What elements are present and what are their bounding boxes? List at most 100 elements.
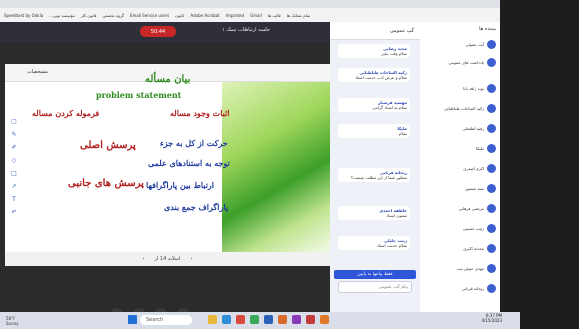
participant-item[interactable]: نوید زاهد بابا <box>424 80 496 96</box>
weather-widget[interactable]: 58°F Sunny <box>6 316 19 326</box>
participant-name: محدثه اکبری <box>463 245 484 251</box>
slide-right-item: حرکت از کل به جزء <box>160 138 228 148</box>
taskbar-clock[interactable]: 6:37 PM 4/15/2023 <box>462 313 502 327</box>
chat-message-text: سلام <box>398 131 407 136</box>
bookmark[interactable]: تمام نشانک ها <box>287 13 311 18</box>
taskbar-search-input[interactable]: Search <box>140 315 192 325</box>
chat-header: گپ عمومی <box>330 22 420 40</box>
pen-icon[interactable]: ✎ <box>11 131 16 138</box>
app-icon[interactable] <box>264 315 273 324</box>
windows-taskbar: 58°F Sunny <box>0 312 520 329</box>
participant-item[interactable]: ملیکا <box>424 140 496 156</box>
participant-item[interactable]: آیت عموئی <box>424 36 496 52</box>
highlighter-icon[interactable]: ✐ <box>11 144 16 151</box>
chat-message: ملیکا سلام <box>338 124 410 138</box>
avatar <box>487 123 496 133</box>
slide-navigation: ‹ اسلاید 14 از › <box>5 252 330 266</box>
app-icon[interactable] <box>278 315 287 324</box>
bookmark[interactable]: قالب ها <box>268 13 281 18</box>
slide-left-item: پرسش اصلی <box>80 140 136 151</box>
recording-indicator[interactable]: 50:44 <box>140 26 176 37</box>
participant-item[interactable]: یادداشت های عمومی <box>424 54 496 70</box>
participant-item[interactable]: محدثه اکبری <box>424 240 496 256</box>
chat-message-text: سلام وقت بخیر <box>381 51 407 56</box>
avatar <box>487 83 496 93</box>
avatar <box>487 203 496 213</box>
avatar <box>487 143 496 153</box>
participant-name: نوید زاهد بابا <box>463 85 484 91</box>
chat-message-text: منظور شما از این مطلب چیست؟ <box>350 175 407 180</box>
slide-right-item: ارتباط بین پاراگرافها <box>146 180 215 190</box>
annotation-toolbar: ▢ ✎ ✐ ◇ □ ↗ T ↶ <box>9 118 19 216</box>
bookmark[interactable]: Email Service users <box>130 13 169 18</box>
participant-item[interactable]: مهدی خوش نیت <box>424 260 496 276</box>
slide-left-item: فرموله کردن مساله <box>32 108 100 118</box>
shape-icon[interactable]: □ <box>11 170 17 177</box>
avatar <box>487 263 496 273</box>
participant-item[interactable]: سید منصور <box>424 180 496 196</box>
pointer-icon[interactable]: ▢ <box>11 118 17 125</box>
windows-start-icon[interactable] <box>128 315 137 324</box>
participant-item[interactable]: مرتضی فرهانی <box>424 200 496 216</box>
edge-icon[interactable] <box>222 315 231 324</box>
bookmark[interactable]: Speedtest by Ookla <box>4 13 43 18</box>
avatar <box>487 57 496 67</box>
screen: Speedtest by Ookla ...مؤسسه نوین قانون ک… <box>0 0 579 329</box>
slide-page-label[interactable]: اسلاید 14 از <box>155 256 181 262</box>
participant-item[interactable]: زینب حسینی <box>424 220 496 236</box>
weather-desc: Sunny <box>6 320 19 326</box>
meeting-title: جلسه ارتباطات تیمک ۱ <box>221 27 270 33</box>
clock-date: 4/15/2023 <box>481 318 502 323</box>
chat-message-input[interactable]: پیام گپ عمومی <box>338 281 412 293</box>
chat-message-text: سلام خدمت استاد <box>376 243 407 248</box>
participant-item[interactable]: ریحانه قربانی <box>424 280 496 296</box>
participant-name: یادداشت های عمومی <box>448 59 484 65</box>
eraser-icon[interactable]: ◇ <box>12 157 17 164</box>
undo-icon[interactable]: ↶ <box>11 209 16 216</box>
chat-message-text: سلام به استاد گرامی <box>372 105 407 110</box>
participant-item[interactable]: زکیه الساحات طباطبائی <box>424 100 496 116</box>
bookmark[interactable]: Imported <box>226 13 244 18</box>
participant-name: اکرم اصغری <box>463 165 484 171</box>
chrome-icon[interactable] <box>236 315 245 324</box>
participant-name: ملیکا <box>475 145 484 151</box>
next-slide-icon[interactable]: › <box>190 256 192 262</box>
avatar <box>487 243 496 253</box>
chat-message: مهشید فرشنار سلام به استاد گرامی <box>338 98 410 112</box>
file-explorer-icon[interactable] <box>208 315 217 324</box>
bookmarks-bar: Speedtest by Ookla ...مؤسسه نوین قانون ک… <box>0 8 579 22</box>
participant-name: ریحانه قربانی <box>461 285 484 291</box>
chat-message: زینب جلیلی سلام خدمت استاد <box>338 236 410 250</box>
prev-slide-icon[interactable]: ‹ <box>143 256 145 262</box>
app-icon[interactable] <box>292 315 301 324</box>
avatar <box>487 223 496 233</box>
slide-toolbar-label[interactable]: مشخصات <box>27 69 48 75</box>
participant-item[interactable]: رقیه لطفعلی <box>424 120 496 136</box>
chat-title: گپ عمومی <box>389 27 414 34</box>
bookmark[interactable]: Gmail <box>250 13 262 18</box>
participant-item[interactable]: اکرم اصغری <box>424 160 496 176</box>
text-icon[interactable]: T <box>12 196 16 203</box>
recording-time: 50:44 <box>150 28 166 35</box>
bookmark[interactable]: قانون کار <box>81 13 97 18</box>
bookmark[interactable]: Adobe Acrobat <box>190 13 219 18</box>
line-icon[interactable]: ↗ <box>11 183 16 190</box>
app-icon[interactable] <box>320 315 329 324</box>
app-icon[interactable] <box>306 315 315 324</box>
chat-message-text: سلام و عرض ادب خدمت استاد <box>355 75 407 80</box>
participant-name: زینب حسینی <box>462 225 484 231</box>
slide-right-item: اثبات وجود مساله <box>170 108 230 118</box>
screen-edge <box>500 0 579 329</box>
app-icon[interactable] <box>250 315 259 324</box>
bookmark[interactable]: ...مؤسسه نوین <box>49 13 75 18</box>
chat-message: عاطفه احمدی ممنون استاد <box>338 206 410 220</box>
avatar <box>487 163 496 173</box>
participant-name: سید منصور <box>465 185 484 191</box>
participant-name: رقیه لطفعلی <box>462 125 484 131</box>
slide-decoration <box>222 82 330 252</box>
chat-message: زکیه الساحات طباطبائی سلام و عرض ادب خدم… <box>338 68 410 82</box>
bookmark[interactable]: کانون <box>175 13 184 18</box>
scroll-to-new-messages-button[interactable]: فقط پیامها به پایین <box>334 270 416 279</box>
bookmark[interactable]: گروه تخصص <box>102 13 123 18</box>
participants-header: بیننده ها <box>479 26 496 32</box>
